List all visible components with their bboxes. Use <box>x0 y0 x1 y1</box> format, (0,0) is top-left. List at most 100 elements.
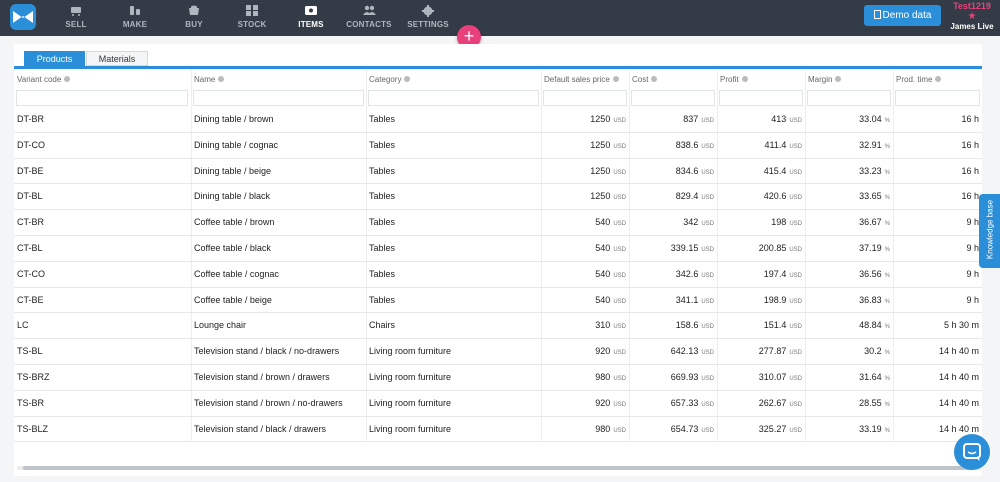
column-header-variant-code[interactable]: Variant code <box>14 70 190 90</box>
nav-stock[interactable]: STOCK <box>232 0 272 36</box>
table-row[interactable]: CT-BE Coffee table / beige Tables 540 USD 341… <box>14 288 982 314</box>
filter-input-category[interactable] <box>368 90 539 106</box>
table-row[interactable]: CT-CO Coffee table / cognac Tables 540 USD 34… <box>14 262 982 288</box>
cell-category: Tables <box>369 262 541 287</box>
cell-cost: 342.6 USD <box>629 262 714 287</box>
nav-items[interactable]: ITEMS <box>291 0 331 36</box>
knowledge-base-tab[interactable]: Knowledge base <box>979 194 1000 268</box>
table-row[interactable]: TS-BR Television stand / brown / no-drawe… <box>14 391 982 417</box>
percent-unit: % <box>884 118 890 124</box>
cell-value: DT-CO <box>17 139 45 150</box>
cart-icon <box>56 0 96 18</box>
table-row[interactable]: DT-BE Dining table / beige Tables 1250 USD 83… <box>14 159 982 185</box>
cell-value: 540 <box>595 243 611 253</box>
cell-value: 9 h <box>966 217 979 228</box>
filter-input-variant-code[interactable] <box>16 90 188 106</box>
info-icon[interactable] <box>612 76 619 82</box>
currency-unit: USD <box>789 350 802 357</box>
demo-data-label: Demo data <box>882 10 932 21</box>
horizontal-scrollbar[interactable] <box>17 466 982 470</box>
column-header-category[interactable]: Category <box>366 70 541 90</box>
app-logo[interactable] <box>10 4 36 30</box>
cell-value: 325.27 <box>758 423 787 434</box>
cell-value: 14 h 40 m <box>938 423 979 434</box>
nav-settings[interactable]: SETTINGS <box>405 0 451 36</box>
tab-materials[interactable]: Materials <box>86 51 148 66</box>
table-row[interactable]: TS-BLZ Television stand / black / drawers… <box>14 417 982 443</box>
cell-name: Dining table / beige <box>194 159 366 184</box>
cell-value: DT-BE <box>17 165 44 176</box>
cell-profit: 310.07 USD <box>717 365 802 390</box>
demo-data-button[interactable]: Demo data <box>864 5 941 26</box>
info-icon[interactable] <box>935 76 942 82</box>
cell-cost: 339.15 USD <box>629 236 714 261</box>
cell-value: 36.83 <box>859 294 882 305</box>
table-row[interactable]: CT-BR Coffee table / brown Tables 540 USD 342… <box>14 210 982 236</box>
filter-input-margin[interactable] <box>807 90 891 106</box>
cell-sales-price: 540 USD <box>541 210 626 235</box>
cell-value: CT-BL <box>17 243 43 253</box>
tab-products[interactable]: Products <box>24 51 85 66</box>
filter-input-profit[interactable] <box>719 90 803 106</box>
cell-margin: 33.04% <box>805 107 890 132</box>
table-row[interactable]: TS-BL Television stand / black / no-drawe… <box>14 339 982 365</box>
scrollbar-thumb[interactable] <box>23 466 973 470</box>
cell-category: Tables <box>369 236 541 261</box>
cell-prod-time: 9 h <box>893 262 979 287</box>
cell-margin: 30.2% <box>805 339 890 364</box>
column-header-prod-time[interactable]: Prod. time <box>893 70 982 90</box>
column-header-profit[interactable]: Profit <box>717 70 805 90</box>
nav-contacts[interactable]: CONTACTS <box>346 0 392 36</box>
cell-value: Dining table / cognac <box>194 139 279 150</box>
currency-unit: USD <box>613 221 626 228</box>
cell-margin: 28.55% <box>805 391 890 416</box>
cell-variant-code: DT-BR <box>17 107 190 132</box>
cell-cost: 838.6 USD <box>629 133 714 158</box>
cell-variant-code: TS-BL <box>17 339 190 364</box>
column-header-margin[interactable]: Margin <box>805 70 893 90</box>
chat-button[interactable] <box>954 434 990 470</box>
table-row[interactable]: DT-BL Dining table / black Tables 1250 USD 82… <box>14 184 982 211</box>
info-icon[interactable] <box>651 76 658 82</box>
cell-value: 837 <box>683 114 699 124</box>
cell-value: 540 <box>595 294 611 305</box>
cell-value: 980 <box>595 372 611 382</box>
table-row[interactable]: TS-BRZ Television stand / brown / drawers… <box>14 365 982 391</box>
column-header-name[interactable]: Name <box>191 70 366 90</box>
cell-value: 277.87 <box>758 346 787 357</box>
currency-unit: USD <box>613 298 626 305</box>
knowledge-base-label: Knowledge base <box>985 199 995 260</box>
filter-input-prod-time[interactable] <box>895 90 980 106</box>
table-row[interactable]: DT-CO Dining table / cognac Tables 1250 USD 8… <box>14 133 982 159</box>
table-row[interactable]: CT-BL Coffee table / black Tables 540 USD 339… <box>14 236 982 262</box>
nav-sell[interactable]: SELL <box>56 0 96 36</box>
cell-name: Coffee table / black <box>194 236 366 261</box>
percent-unit: % <box>884 350 890 357</box>
document-icon <box>873 10 881 19</box>
cell-margin: 31.64% <box>805 365 890 390</box>
column-header-label: Profit <box>720 75 739 84</box>
currency-unit: USD <box>789 376 802 382</box>
column-header-sales-price[interactable]: Default sales price <box>541 70 629 90</box>
info-icon[interactable] <box>404 76 411 82</box>
table-row[interactable]: LC Lounge chair Chairs 310 USD 158.6 USD 151.4 U… <box>14 313 982 340</box>
cell-profit: 262.67 USD <box>717 391 802 416</box>
nav-buy[interactable]: BUY <box>174 0 214 36</box>
info-icon[interactable] <box>741 76 748 82</box>
cell-name: Television stand / black / no-drawers <box>194 339 366 364</box>
filter-input-cost[interactable] <box>631 90 715 106</box>
cell-value: 37.19 <box>859 243 882 253</box>
cell-profit: 325.27 USD <box>717 417 802 442</box>
column-header-cost[interactable]: Cost <box>629 70 717 90</box>
cell-profit: 200.85 USD <box>717 236 802 261</box>
filter-input-sales-price[interactable] <box>543 90 627 106</box>
filter-input-name[interactable] <box>193 90 364 106</box>
info-icon[interactable] <box>64 76 71 82</box>
user-menu[interactable]: Test1219 ★ James Live <box>948 0 996 31</box>
percent-unit: % <box>884 169 890 176</box>
cell-profit: 197.4 USD <box>717 262 802 287</box>
info-icon[interactable] <box>835 76 842 82</box>
info-icon[interactable] <box>218 76 225 82</box>
nav-make[interactable]: MAKE <box>115 0 155 36</box>
table-row[interactable]: DT-BR Dining table / brown Tables 1250 USD 83… <box>14 107 982 133</box>
